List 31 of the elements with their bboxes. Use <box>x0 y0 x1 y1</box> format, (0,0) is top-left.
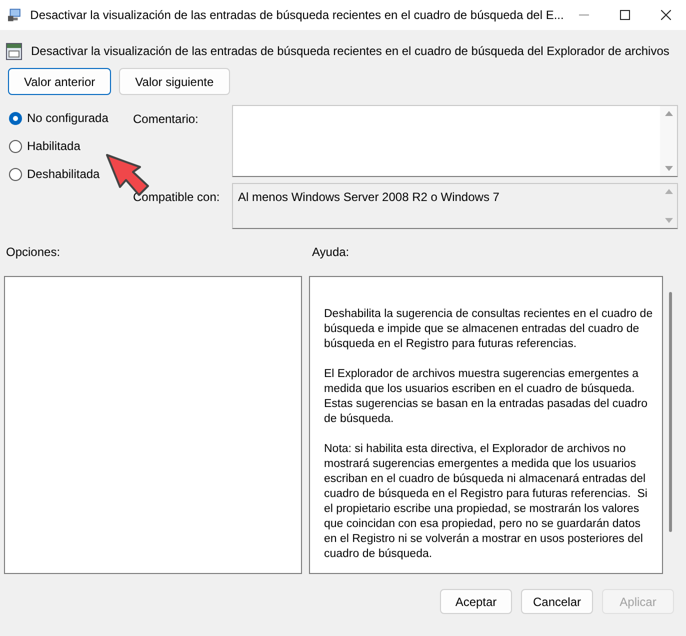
close-icon[interactable] <box>660 10 671 20</box>
radio-label[interactable]: No configurada <box>27 109 108 127</box>
comment-label: Comentario: <box>133 111 200 128</box>
scroll-up-icon[interactable] <box>664 189 672 194</box>
scroll-down-icon[interactable] <box>664 166 672 171</box>
scrollbar-thumb[interactable] <box>669 292 672 532</box>
scrollbar[interactable] <box>660 106 677 176</box>
scroll-down-icon[interactable] <box>664 218 672 223</box>
help-paragraph: Nota: si habilita esta directiva, el Explorador de archivos no mostrará sugerencias emergentes a medida que los usuarios escriban en el cuadro de búsqueda ni almacenará entradas del cuadro de búsqueda en el Registro para futuras referencias. Si el propietario escribe una propiedad, se mostrarán los valores que coincidan con esa propiedad, pero no se guardarán datos en el Registro ni se volverán a mostrar en usos posteriores del cuadro de búsqueda. <box>324 442 648 562</box>
options-label: Opciones: <box>6 244 62 261</box>
radio-button[interactable] <box>9 140 22 152</box>
help-paragraph: El Explorador de archivos muestra sugerencias emergentes a medida que los usuarios escriben en el cuadro de búsqueda. Estas sugerencias se basan en la entradas pasadas del cuadro de búsqueda. <box>324 367 648 427</box>
radio-button[interactable] <box>9 168 22 180</box>
policy-icon <box>6 42 22 60</box>
app-icon <box>8 7 22 23</box>
scroll-up-icon[interactable] <box>664 111 672 116</box>
nav-button[interactable]: Valor anterior <box>8 68 112 95</box>
compatible-label: Compatible con: <box>133 189 221 206</box>
help-label: Ayuda: <box>312 244 350 261</box>
comment-field[interactable] <box>232 105 678 177</box>
compatible-value: Al menos Windows Server 2008 R2 o Windows 7 <box>238 189 500 206</box>
policy-title: Desactivar la visualización de las entradas de búsqueda recientes en el cuadro de búsqueda del Explorador de archivos <box>31 43 670 60</box>
radio-button[interactable] <box>9 112 22 124</box>
maximize-icon[interactable] <box>620 10 630 20</box>
radio-label[interactable]: Habilitada <box>27 137 80 155</box>
dialog-button[interactable]: Cancelar <box>521 589 593 614</box>
nav-button[interactable]: Valor siguiente <box>119 68 230 95</box>
dialog-button[interactable]: Aceptar <box>440 589 512 614</box>
help-paragraph: Deshabilita la sugerencia de consultas recientes en el cuadro de búsqueda e impide que se almacenen entradas del cuadro de búsqueda en el Registro para futuras referencias. <box>324 307 654 352</box>
radio-label[interactable]: Deshabilitada <box>27 165 100 183</box>
window-title: Desactivar la visualización de las entradas de búsqueda recientes en el cuadro de búsqueda del E... <box>30 7 564 24</box>
